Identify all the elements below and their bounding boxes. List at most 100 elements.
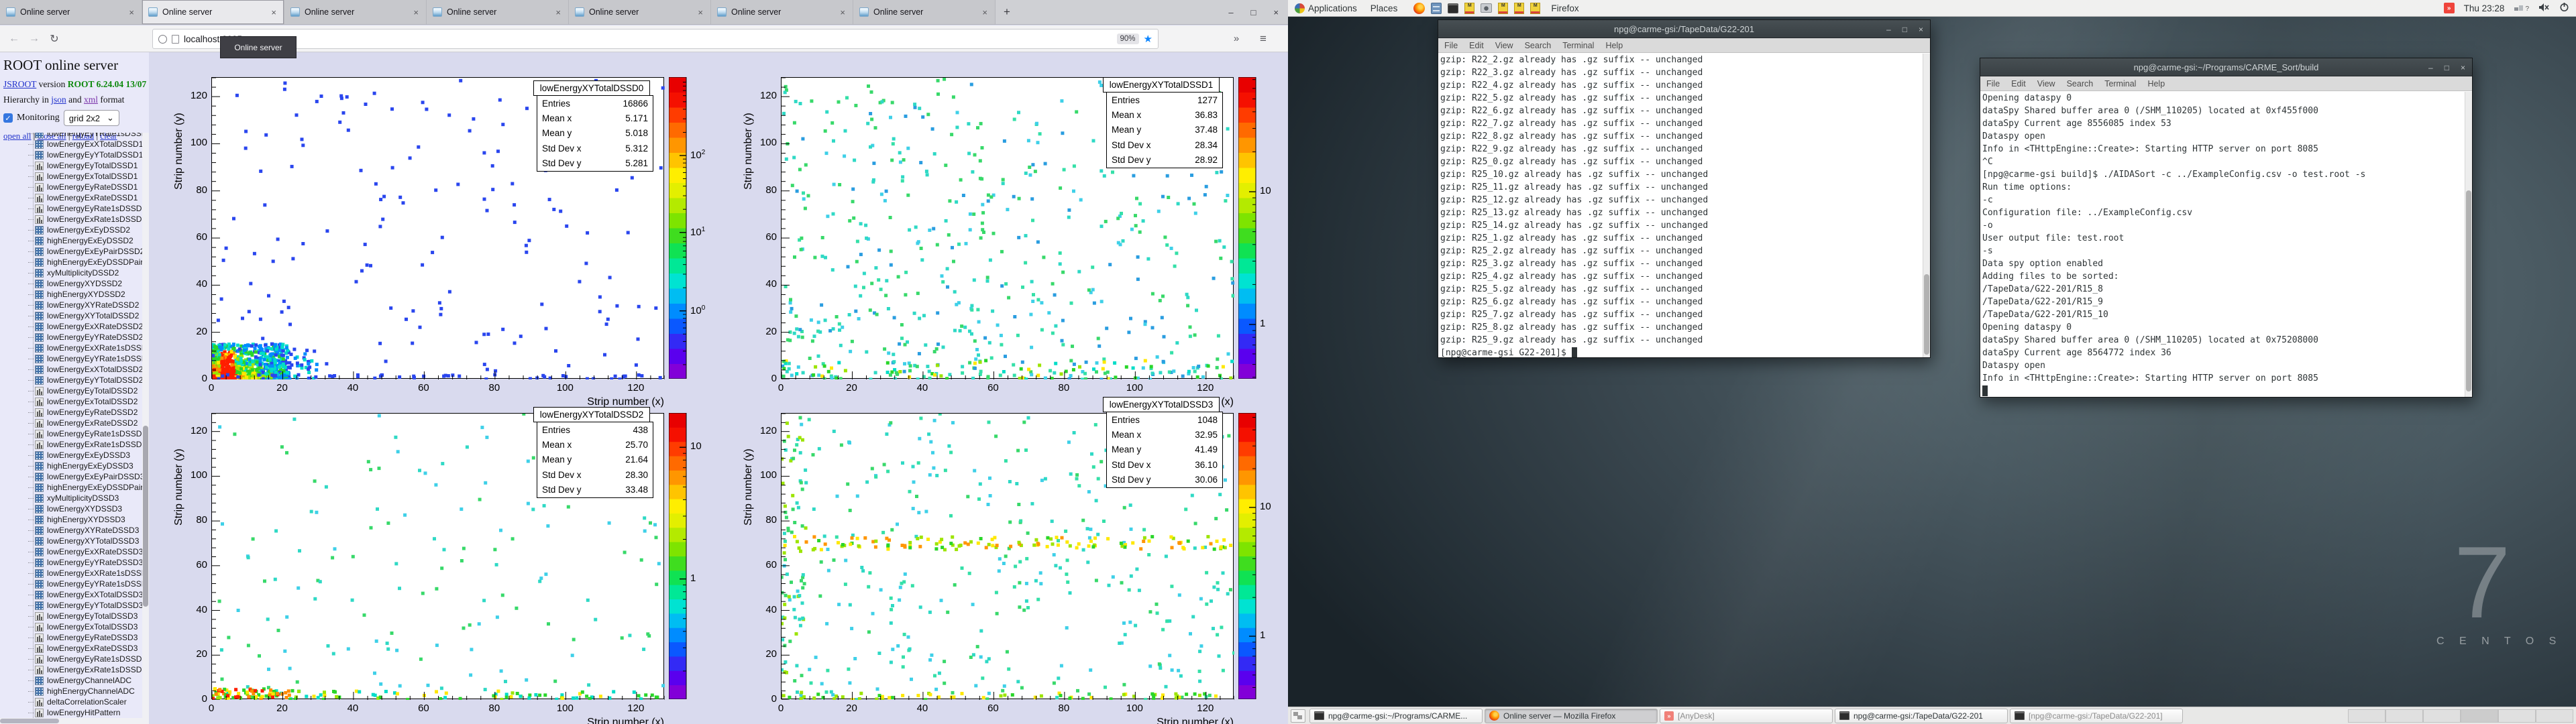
- applications-menu[interactable]: Applications: [1288, 0, 1364, 17]
- tree-item[interactable]: lowEnergyEyRateDSSD3: [0, 632, 142, 643]
- tree-item[interactable]: highEnergyXYDSSD3: [0, 514, 142, 525]
- power-icon[interactable]: [2559, 2, 2569, 14]
- terminal-scrollbar[interactable]: [1923, 54, 1930, 357]
- sidebar-hscrollbar[interactable]: [0, 718, 149, 724]
- tree-item[interactable]: lowEnergyEyYRate1sDSSD1: [0, 133, 142, 139]
- overflow-icon[interactable]: »: [1226, 33, 1246, 44]
- tab[interactable]: Online server ×: [427, 0, 569, 24]
- menu-search[interactable]: Search: [1525, 41, 1552, 50]
- workspace-cell[interactable]: [2461, 709, 2498, 723]
- maximize-icon[interactable]: □: [1251, 7, 1256, 17]
- terminal-launcher-icon[interactable]: [1448, 3, 1459, 13]
- tree-item[interactable]: lowEnergyXYDSSD3: [0, 503, 142, 514]
- tab-close-icon[interactable]: ×: [696, 7, 704, 17]
- midas-launcher-icon[interactable]: M: [1514, 2, 1525, 14]
- show-desktop-icon[interactable]: [1291, 709, 1305, 723]
- task-button[interactable]: npg@carme-gsi:/TapeData/G22-201: [1835, 708, 2008, 723]
- tab-close-icon[interactable]: ×: [270, 7, 278, 17]
- task-button[interactable]: Online server — Mozilla Firefox: [1485, 708, 1658, 723]
- firefox-launcher-icon[interactable]: [1413, 2, 1426, 14]
- scrollbar-thumb[interactable]: [2466, 190, 2471, 391]
- midas-launcher-icon[interactable]: M: [1464, 2, 1475, 14]
- tree-item[interactable]: lowEnergyExXTotalDSSD3: [0, 589, 142, 600]
- maximize-icon[interactable]: □: [1902, 25, 1907, 34]
- hamburger-menu-icon[interactable]: ≡: [1253, 32, 1273, 46]
- task-button[interactable]: » [AnyDesk]: [1660, 708, 1833, 723]
- tree-item[interactable]: highEnergyChannelADC: [0, 686, 142, 697]
- tree-item[interactable]: lowEnergyEyRateDSSD2: [0, 407, 142, 418]
- tab[interactable]: Online server ×: [0, 0, 142, 24]
- menu-file[interactable]: File: [1986, 79, 2000, 88]
- tree-item[interactable]: lowEnergyExXTotalDSSD2: [0, 364, 142, 375]
- sidebar-scrollbar[interactable]: [142, 133, 149, 718]
- monitoring-checkbox[interactable]: ✓: [3, 113, 13, 123]
- files-launcher-icon[interactable]: [1431, 2, 1442, 14]
- tree-item[interactable]: lowEnergyExXRateDSSD2: [0, 321, 142, 332]
- tree-item[interactable]: lowEnergyXYDSSD2: [0, 278, 142, 289]
- menu-file[interactable]: File: [1444, 41, 1458, 50]
- new-tab-button[interactable]: +: [996, 0, 1018, 24]
- url-bar[interactable]: localhost:8085 90% ★: [152, 29, 1159, 49]
- tree-item[interactable]: xyMultiplicityDSSD2: [0, 267, 142, 278]
- tree-item[interactable]: lowEnergyExRate1sDSSD3: [0, 664, 142, 675]
- places-menu[interactable]: Places: [1364, 0, 1405, 17]
- close-icon[interactable]: ×: [1273, 7, 1279, 17]
- tree-item[interactable]: lowEnergyXYRateDSSD2: [0, 300, 142, 310]
- back-icon[interactable]: ←: [4, 33, 24, 45]
- tree-item[interactable]: lowEnergyExRate1sDSSD2: [0, 439, 142, 450]
- grid-layout-select[interactable]: grid 2x2 ⌄: [63, 110, 119, 126]
- tree-item[interactable]: lowEnergyEyYRateDSSD3: [0, 557, 142, 568]
- zoom-level-badge[interactable]: 90%: [1116, 34, 1139, 44]
- tab-close-icon[interactable]: ×: [981, 7, 989, 17]
- tree-item[interactable]: lowEnergyEyTotalDSSD1: [0, 160, 142, 171]
- minimize-icon[interactable]: –: [1886, 25, 1891, 34]
- tree-item[interactable]: lowEnergyEyYTotalDSSD2: [0, 375, 142, 385]
- tab[interactable]: Online server ×: [711, 0, 853, 24]
- tree-item[interactable]: lowEnergyExXRate1sDSSD2: [0, 343, 142, 353]
- tree-item[interactable]: highEnergyExEyDSSDPair2: [0, 257, 142, 267]
- tree-item[interactable]: highEnergyExEyDSSD2: [0, 235, 142, 246]
- tree-item[interactable]: xyMultiplicityDSSD3: [0, 493, 142, 503]
- tree-item[interactable]: lowEnergyEyYRate1sDSSD3: [0, 579, 142, 589]
- tree-item[interactable]: lowEnergyExRateDSSD1: [0, 192, 142, 203]
- anydesk-tray-icon[interactable]: »: [2443, 3, 2455, 13]
- tab-close-icon[interactable]: ×: [554, 7, 562, 17]
- network-icon[interactable]: ?: [2514, 3, 2529, 13]
- jsroot-link[interactable]: JSROOT: [3, 79, 36, 89]
- tab[interactable]: Online server ×: [853, 0, 996, 24]
- bookmark-star-icon[interactable]: ★: [1144, 33, 1152, 45]
- tree-item[interactable]: lowEnergyXYRateDSSD3: [0, 525, 142, 536]
- task-button[interactable]: [npg@carme-gsi:/TapeData/G22-201]: [2010, 708, 2183, 723]
- tree-item[interactable]: lowEnergyExTotalDSSD2: [0, 396, 142, 407]
- tree-item[interactable]: highEnergyExEyDSSD3: [0, 461, 142, 471]
- task-button[interactable]: npg@carme-gsi:~/Programs/CARME...: [1309, 708, 1483, 723]
- menu-search[interactable]: Search: [2067, 79, 2094, 88]
- tree-item[interactable]: lowEnergyExEyPairDSSD2: [0, 246, 142, 257]
- tree-item[interactable]: lowEnergyEyRateDSSD1: [0, 182, 142, 192]
- midas-launcher-icon[interactable]: M: [1498, 2, 1509, 14]
- tree-item[interactable]: lowEnergyXYTotalDSSD2: [0, 310, 142, 321]
- tree-item[interactable]: lowEnergyEyRate1sDSSD3: [0, 654, 142, 664]
- tree-item[interactable]: deltaCorrelationScaler: [0, 697, 142, 707]
- tree-item[interactable]: lowEnergyExTotalDSSD1: [0, 171, 142, 182]
- tree-item[interactable]: lowEnergyXYTotalDSSD3: [0, 536, 142, 546]
- tree-item[interactable]: lowEnergyExXRate1sDSSD3: [0, 568, 142, 579]
- maximize-icon[interactable]: □: [2445, 63, 2449, 72]
- scrollbar-thumb[interactable]: [143, 425, 148, 607]
- panel-clock[interactable]: Thu 23:28: [2464, 3, 2505, 13]
- tree-item[interactable]: highEnergyExEyDSSDPair3: [0, 482, 142, 493]
- tree-item[interactable]: lowEnergyChannelADC: [0, 675, 142, 686]
- tab-close-icon[interactable]: ×: [839, 7, 847, 17]
- tree-item[interactable]: lowEnergyExXTotalDSSD1: [0, 139, 142, 149]
- json-link[interactable]: json: [51, 95, 66, 105]
- volume-muted-icon[interactable]: [2538, 3, 2550, 14]
- tab[interactable]: Online server ×: [284, 0, 427, 24]
- tab-close-icon[interactable]: ×: [127, 7, 136, 17]
- workspace-cell[interactable]: [2385, 709, 2423, 723]
- menu-terminal[interactable]: Terminal: [2104, 79, 2136, 88]
- tree-item[interactable]: highEnergyXYDSSD2: [0, 289, 142, 300]
- midas-launcher-icon[interactable]: M: [1530, 2, 1541, 14]
- workspace-cell[interactable]: [2498, 709, 2536, 723]
- tree-item[interactable]: lowEnergyExEyDSSD3: [0, 450, 142, 461]
- tree-item[interactable]: lowEnergyExRateDSSD3: [0, 643, 142, 654]
